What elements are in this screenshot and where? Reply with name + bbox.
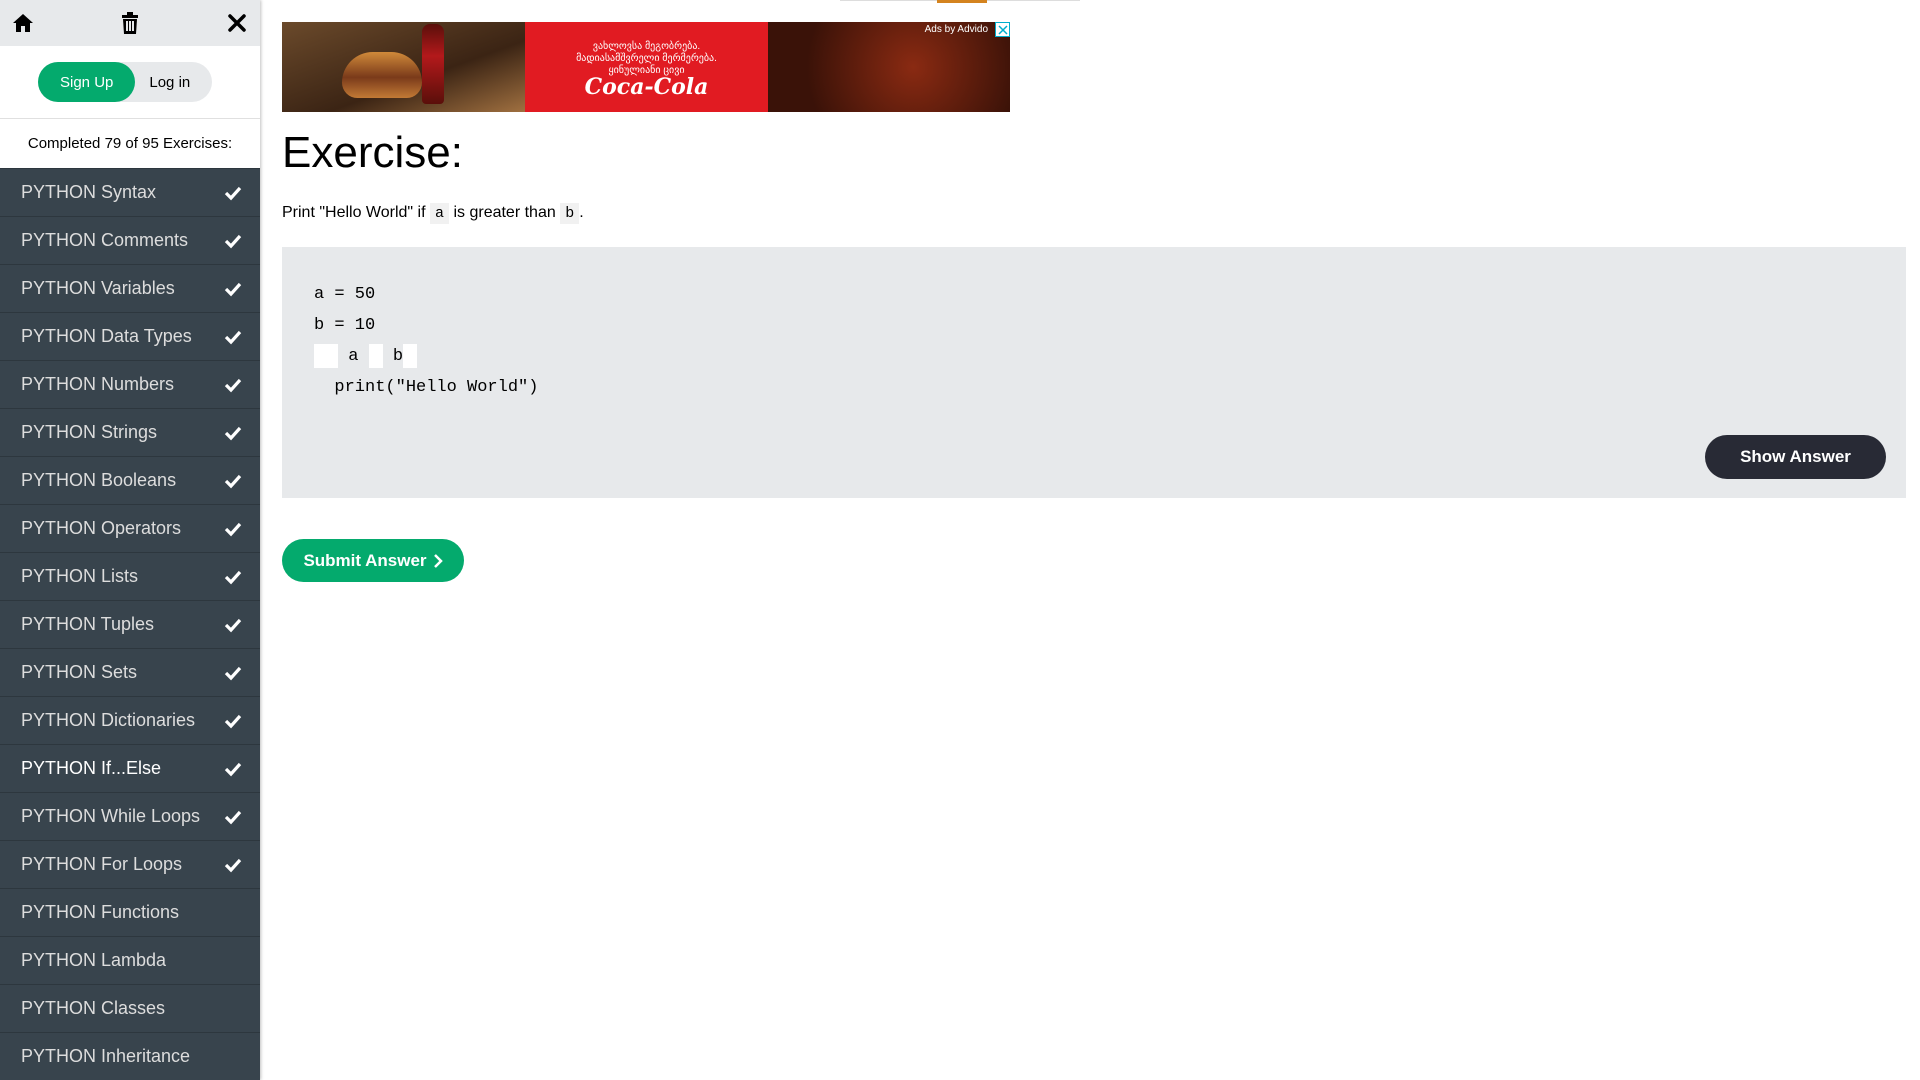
sidebar-item[interactable]: PYTHON Strings (0, 408, 260, 456)
sidebar-item[interactable]: PYTHON Sets (0, 648, 260, 696)
check-icon (224, 570, 242, 584)
sidebar-item-label: PYTHON Data Types (21, 326, 192, 346)
check-icon (224, 330, 242, 344)
sidebar-item[interactable]: PYTHON Dictionaries (0, 696, 260, 744)
ad-close-icon[interactable] (995, 22, 1010, 37)
code-line: b = 10 (314, 316, 376, 335)
sidebar-item[interactable]: PYTHON Lambda (0, 936, 260, 984)
desc-text: . (579, 204, 584, 221)
progress-text: Completed 79 of 95 Exercises: (0, 118, 260, 168)
sidebar-item[interactable]: PYTHON Variables (0, 264, 260, 312)
check-icon (224, 474, 242, 488)
code-var-b: b (392, 347, 404, 366)
code-lines: a = 50 b = 10 a b print("Hello World") (314, 279, 538, 403)
check-icon (224, 810, 242, 824)
submit-label: Submit Answer (303, 550, 427, 570)
check-icon (224, 666, 242, 680)
sidebar-item-label: PYTHON If...Else (21, 758, 162, 778)
sidebar-item-label: PYTHON Dictionaries (21, 710, 196, 730)
sidebar-item[interactable]: PYTHON Syntax (0, 168, 260, 216)
sidebar-item[interactable]: PYTHON Tuples (0, 600, 260, 648)
sidebar-item[interactable]: PYTHON Lists (0, 552, 260, 600)
check-icon (224, 858, 242, 872)
sidebar-item-label: PYTHON Tuples (21, 614, 155, 634)
sidebar-item[interactable]: PYTHON Data Types (0, 312, 260, 360)
ad-text-line: მადიასამშვრელი მერმერება. (576, 53, 717, 64)
code-line: a b (314, 341, 538, 372)
close-icon[interactable] (224, 10, 250, 36)
ad-text-panel: ვახლოვსა მეგობრება. მადიასამშვრელი მერმე… (525, 22, 768, 112)
inline-code-a: a (430, 203, 450, 224)
login-button[interactable]: Log in (135, 62, 212, 102)
answer-input-3[interactable] (403, 343, 418, 368)
submit-answer-button[interactable]: Submit Answer (282, 539, 464, 582)
desc-text: is greater than (449, 204, 561, 221)
ad-banner[interactable]: ვახლოვსა მეგობრება. მადიასამშვრელი მერმე… (282, 22, 1010, 112)
check-icon (224, 378, 242, 392)
ad-image-food (282, 22, 525, 112)
exercise-list: PYTHON Syntax PYTHON Comments PYTHON Varia… (0, 168, 260, 1080)
code-exercise-box: a = 50 b = 10 a b print("Hello World") S… (282, 247, 1906, 498)
sidebar-item[interactable]: PYTHON Functions (0, 888, 260, 936)
top-accent-bar (937, 0, 987, 3)
sidebar-item[interactable]: PYTHON Classes (0, 984, 260, 1032)
sidebar: Sign Up Log in Completed 79 of 95 Exerci… (0, 0, 260, 1080)
home-icon[interactable] (10, 10, 36, 36)
sidebar-item-label: PYTHON Numbers (21, 374, 175, 394)
sidebar-item-label: PYTHON Sets (21, 662, 138, 682)
sidebar-item[interactable]: PYTHON Inheritance (0, 1032, 260, 1080)
sidebar-item[interactable]: PYTHON Operators (0, 504, 260, 552)
answer-input-1[interactable] (314, 343, 338, 368)
sidebar-item-label: PYTHON Booleans (21, 470, 177, 490)
check-icon (224, 714, 242, 728)
sidebar-item-label: PYTHON Functions (21, 902, 180, 922)
chevron-right-icon (433, 553, 443, 568)
check-icon (224, 282, 242, 296)
check-icon (224, 186, 242, 200)
inline-code-b: b (560, 203, 580, 224)
code-line: print("Hello World") (314, 378, 539, 397)
sidebar-item-label: PYTHON Inheritance (21, 1046, 191, 1066)
sidebar-toolbar (0, 0, 260, 46)
ad-label[interactable]: Ads by Advido (925, 24, 988, 35)
sidebar-item-label: PYTHON Lambda (21, 950, 167, 970)
sidebar-item[interactable]: PYTHON While Loops (0, 792, 260, 840)
desc-text: Print "Hello World" if (282, 204, 430, 221)
show-answer-button[interactable]: Show Answer (1705, 435, 1886, 479)
ad-burger-image (342, 52, 422, 98)
check-icon (224, 762, 242, 776)
signup-button[interactable]: Sign Up (38, 62, 136, 102)
sidebar-item-label: PYTHON While Loops (21, 806, 201, 826)
sidebar-item[interactable]: PYTHON Numbers (0, 360, 260, 408)
ad-image-texture: Ads by Advido (768, 22, 1010, 112)
sidebar-item-label: PYTHON For Loops (21, 854, 183, 874)
check-icon (224, 234, 242, 248)
check-icon (224, 618, 242, 632)
sidebar-item-label: PYTHON Variables (21, 278, 175, 298)
ad-text-line: ვახლოვსა მეგობრება. (592, 41, 701, 52)
sidebar-item-label: PYTHON Lists (21, 566, 139, 586)
sidebar-item[interactable]: PYTHON If...Else (0, 744, 260, 792)
auth-area: Sign Up Log in (0, 46, 260, 118)
sidebar-item[interactable]: PYTHON For Loops (0, 840, 260, 888)
sidebar-item[interactable]: PYTHON Comments (0, 216, 260, 264)
sidebar-item[interactable]: PYTHON Booleans (0, 456, 260, 504)
exercise-description: Print "Hello World" if a is greater than… (282, 203, 584, 224)
sidebar-item-label: PYTHON Syntax (21, 182, 157, 202)
check-icon (224, 426, 242, 440)
trash-icon[interactable] (117, 10, 143, 36)
answer-input-2[interactable] (368, 343, 383, 368)
sidebar-item-label: PYTHON Strings (21, 422, 158, 442)
auth-toggle: Sign Up Log in (38, 62, 213, 102)
ad-bottle-image (422, 24, 444, 104)
code-line: a = 50 (314, 285, 376, 304)
sidebar-item-label: PYTHON Comments (21, 230, 189, 250)
exercise-title: Exercise: (282, 128, 463, 177)
ad-brand-logo: Coca-Cola (584, 74, 709, 100)
check-icon (224, 522, 242, 536)
code-var-a: a (348, 347, 359, 366)
sidebar-item-label: PYTHON Operators (21, 518, 182, 538)
sidebar-item-label: PYTHON Classes (21, 998, 166, 1018)
